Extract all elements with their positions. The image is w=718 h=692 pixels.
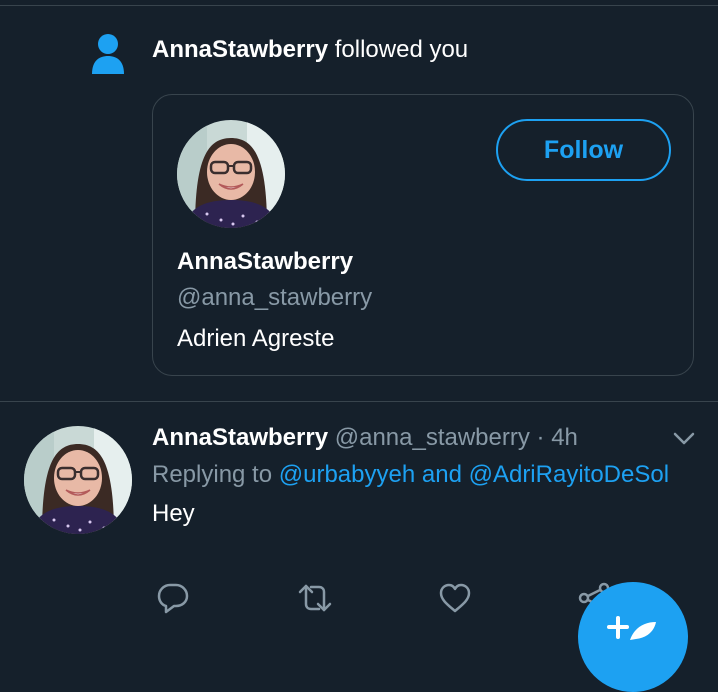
mention-link[interactable]: @AdriRayitoDeSol bbox=[469, 461, 669, 488]
avatar[interactable] bbox=[177, 120, 285, 228]
reply-icon[interactable] bbox=[156, 582, 190, 614]
notification-user[interactable]: AnnaStawberry bbox=[152, 36, 328, 63]
profile-card[interactable]: Follow AnnaStawberry @anna_stawberry Adr… bbox=[152, 94, 694, 376]
mention-conjunction: and bbox=[415, 461, 469, 488]
mention-link[interactable]: @urbabyyeh bbox=[279, 461, 415, 488]
retweet-icon[interactable] bbox=[298, 582, 332, 614]
tweet-time: 4h bbox=[551, 424, 578, 451]
person-icon bbox=[92, 34, 124, 74]
tweet-header: AnnaStawberry @anna_stawberry · 4h bbox=[152, 424, 578, 452]
tweet-avatar[interactable] bbox=[24, 426, 132, 534]
compose-tweet-icon bbox=[607, 616, 656, 640]
notification-action: followed you bbox=[328, 36, 469, 63]
heart-icon[interactable] bbox=[438, 582, 472, 614]
chevron-down-icon[interactable] bbox=[672, 430, 696, 448]
tweet-separator: · bbox=[529, 424, 552, 451]
tweet-text: Hey bbox=[152, 500, 195, 527]
profile-bio: Adrien Agreste bbox=[177, 325, 335, 352]
replying-prefix: Replying to bbox=[152, 461, 279, 488]
tweet-author-handle: @anna_stawberry bbox=[334, 424, 530, 451]
compose-tweet-button[interactable] bbox=[578, 582, 688, 692]
top-divider bbox=[0, 5, 718, 6]
follow-button[interactable]: Follow bbox=[496, 119, 671, 181]
profile-name[interactable]: AnnaStawberry bbox=[177, 248, 353, 276]
notification-text: AnnaStawberry followed you bbox=[152, 36, 468, 64]
replying-to: Replying to @urbabyyeh and @AdriRayitoDe… bbox=[152, 461, 669, 489]
profile-handle: @anna_stawberry bbox=[177, 284, 373, 311]
section-divider bbox=[0, 401, 718, 402]
tweet-author-name[interactable]: AnnaStawberry bbox=[152, 424, 328, 451]
